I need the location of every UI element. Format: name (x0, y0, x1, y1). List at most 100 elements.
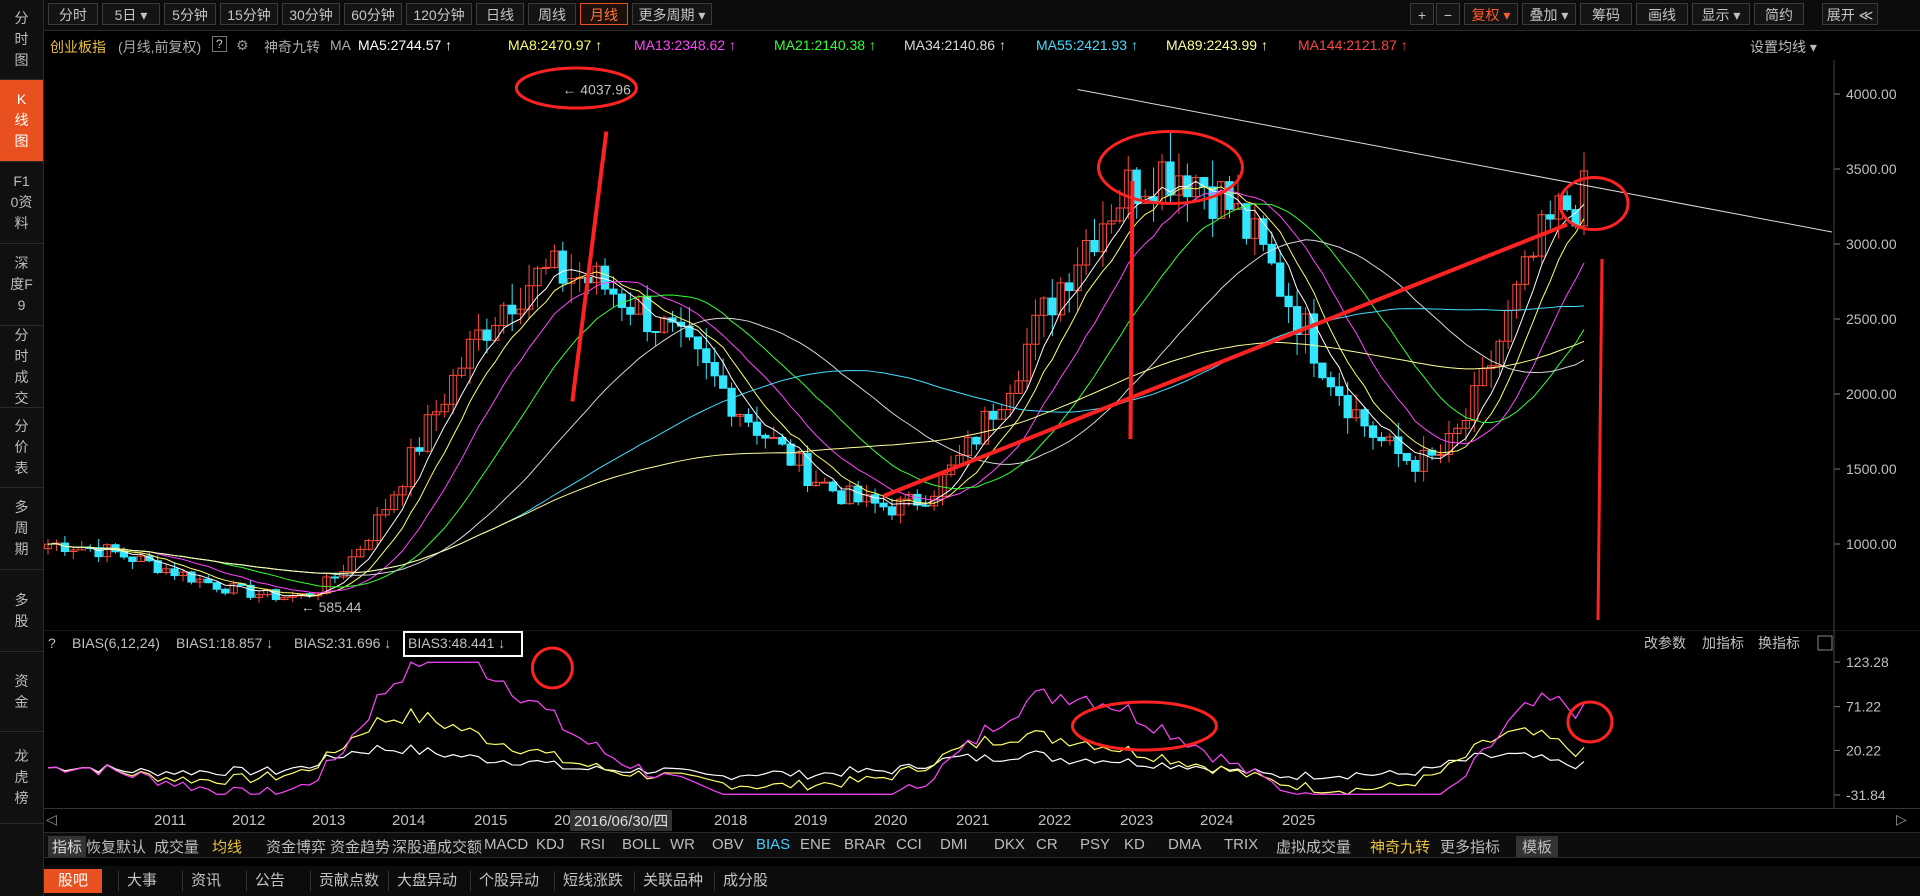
btn-5min[interactable]: 5分钟 (164, 3, 216, 25)
bottom-tab[interactable]: 关联品种 (634, 871, 711, 891)
zoom-in-button[interactable]: + (1410, 3, 1434, 25)
indicator-tab[interactable]: CCI (896, 836, 922, 853)
candle-body (1284, 295, 1293, 308)
candle-body (693, 336, 702, 350)
btn-weekly[interactable]: 周线 (528, 3, 576, 25)
indicator-tab[interactable]: 虚拟成交量 (1276, 836, 1351, 857)
bottom-tab[interactable]: 贡献点数 (310, 871, 387, 891)
indicator-tab[interactable]: TRIX (1224, 836, 1258, 853)
candle-body (221, 588, 230, 594)
indicator-tab[interactable]: 神奇九转 (1370, 836, 1430, 857)
indicator-tab[interactable]: 深股通成交额 (392, 836, 482, 857)
indicator-tab[interactable]: WR (670, 836, 695, 853)
btn-15min[interactable]: 15分钟 (220, 3, 278, 25)
btn-monthly[interactable]: 月线 (580, 3, 628, 25)
bottom-tab[interactable]: 股吧 (44, 869, 103, 893)
bottom-tab[interactable]: 成分股 (714, 871, 776, 891)
btn-intraday[interactable]: 分时 (48, 3, 98, 25)
indicator-tab[interactable]: 指标 (48, 836, 87, 857)
indicator-tab[interactable]: DKX (994, 836, 1025, 853)
sidebar-item-timeline[interactable]: 分时图 (0, 0, 43, 80)
candle-body (972, 436, 981, 445)
plugin-label[interactable]: 神奇九转 (264, 37, 320, 57)
bias-value-BIAS1: BIAS1:18.857 ↓ (176, 635, 273, 651)
candle-body (626, 306, 635, 315)
ma-info-bar: 创业板指 (月线,前复权) ? ⚙ 神奇九转 MA MA5:2744.57 ↑ M… (44, 31, 1920, 59)
sidebar-item-trades[interactable]: 分时成交 (0, 326, 43, 408)
bias-edit-params[interactable]: 改参数 (1644, 635, 1686, 651)
indicator-tab[interactable]: 资金博弈 (266, 836, 326, 857)
candle-body (600, 265, 610, 290)
bias-add-indicator[interactable]: 加指标 (1702, 635, 1744, 651)
chip-button[interactable]: 筹码 (1580, 3, 1632, 25)
ma-value-2: MA13:2348.62 ↑ (634, 37, 736, 53)
sidebar-item-price-table[interactable]: 分价表 (0, 408, 43, 488)
indicator-tab[interactable]: DMI (940, 836, 968, 853)
bottom-tab[interactable]: 短线涨跌 (554, 871, 631, 891)
help-button[interactable]: ? (212, 36, 227, 52)
indicator-tab[interactable]: 模板 (1516, 836, 1559, 857)
ma-value-7: MA144:2121.87 ↑ (1298, 37, 1408, 53)
sidebar-item-multi-period[interactable]: 多周期 (0, 488, 43, 570)
indicator-tab[interactable]: 成交量 (154, 836, 199, 857)
indicator-tab[interactable]: BRAR (844, 836, 886, 853)
indicator-tab[interactable]: 更多指标 (1440, 836, 1500, 857)
btn-30min[interactable]: 30分钟 (282, 3, 340, 25)
bottom-tab[interactable]: 大事 (118, 871, 165, 891)
bottom-tab[interactable]: 个股异动 (470, 871, 547, 891)
indicator-tab[interactable]: KD (1124, 836, 1145, 853)
bottom-tab[interactable]: 大盘异动 (388, 871, 465, 891)
bias-change-indicator[interactable]: 换指标 (1758, 635, 1800, 651)
display-dropdown[interactable]: 显示 ▾ (1692, 3, 1750, 25)
sidebar-item-multi-stock[interactable]: 多股 (0, 570, 43, 652)
overlay-dropdown[interactable]: 叠加 ▾ (1522, 3, 1576, 25)
simple-mode-button[interactable]: 简约 (1754, 3, 1804, 25)
y-tick-label: 2000.00 (1846, 386, 1897, 402)
indicator-tab[interactable]: RSI (580, 836, 605, 853)
btn-120min[interactable]: 120分钟 (406, 3, 472, 25)
indicator-tab[interactable]: DMA (1168, 836, 1201, 853)
candle-body (609, 288, 618, 295)
set-ma-button[interactable]: 设置均线 ▾ (1750, 37, 1817, 57)
zoom-out-button[interactable]: − (1436, 3, 1460, 25)
ma34-line (47, 239, 1585, 576)
indicator-tab[interactable]: 均线 (212, 836, 242, 857)
bias-line-2 (47, 707, 1585, 795)
indicator-tab[interactable]: 恢复默认 (86, 836, 146, 857)
indicator-tab[interactable]: KDJ (536, 836, 564, 853)
scroll-left-icon[interactable]: ◁ (46, 811, 57, 828)
indicator-tab[interactable]: OBV (712, 836, 744, 853)
draw-line-button[interactable]: 画线 (1636, 3, 1688, 25)
btn-daily[interactable]: 日线 (476, 3, 524, 25)
indicator-tab[interactable]: MACD (484, 836, 528, 853)
sidebar-item-depth[interactable]: 深度F9 (0, 244, 43, 326)
expand-button[interactable]: 展开 ≪ (1822, 3, 1878, 25)
sidebar-item-kline[interactable]: K线图 (0, 80, 43, 162)
x-tick-label: 2019 (794, 812, 828, 829)
btn-60min[interactable]: 60分钟 (344, 3, 402, 25)
bottom-tab[interactable]: 公告 (246, 871, 293, 891)
scroll-right-icon[interactable]: ▷ (1896, 811, 1907, 828)
indicator-tab[interactable]: BIAS (756, 836, 790, 853)
adjust-dropdown[interactable]: 复权 ▾ (1464, 3, 1518, 25)
ma89-line (47, 340, 1585, 574)
ma8-line (47, 186, 1585, 597)
btn-more-periods[interactable]: 更多周期 ▾ (632, 3, 712, 25)
gear-icon[interactable]: ⚙ (236, 37, 249, 54)
bias-value-BIAS3: BIAS3:48.441 ↓ (408, 635, 505, 651)
indicator-tab[interactable]: ENE (800, 836, 831, 853)
indicator-tab[interactable]: BOLL (622, 836, 660, 853)
candle-body (921, 504, 930, 507)
sidebar-item-dragon-tiger[interactable]: 龙虎榜 (0, 732, 43, 824)
sidebar-item-f10[interactable]: F10资料 (0, 162, 43, 244)
sidebar-item-funds[interactable]: 资金 (0, 652, 43, 732)
candle-body (617, 293, 627, 308)
indicator-tab[interactable]: 资金趋势 (330, 836, 390, 857)
bias-panel[interactable]: 123.28 71.22 20.22 -31.84? BIAS(6,12,24) BIAS… (44, 630, 1920, 808)
btn-5day[interactable]: 5日 ▾ (102, 3, 160, 25)
bottom-tab[interactable]: 资讯 (182, 871, 229, 891)
indicator-bar: 指标 恢复默认 成交量 均线 资金博弈 资金趋势 深股通成交额 MACD KDJ RSI BOLL W… (44, 832, 1920, 858)
indicator-tab[interactable]: PSY (1080, 836, 1110, 853)
indicator-tab[interactable]: CR (1036, 836, 1058, 853)
kline-chart[interactable]: 4000.00 3500.00 3000.00 2500.00 2000.00 1500.… (44, 60, 1920, 630)
